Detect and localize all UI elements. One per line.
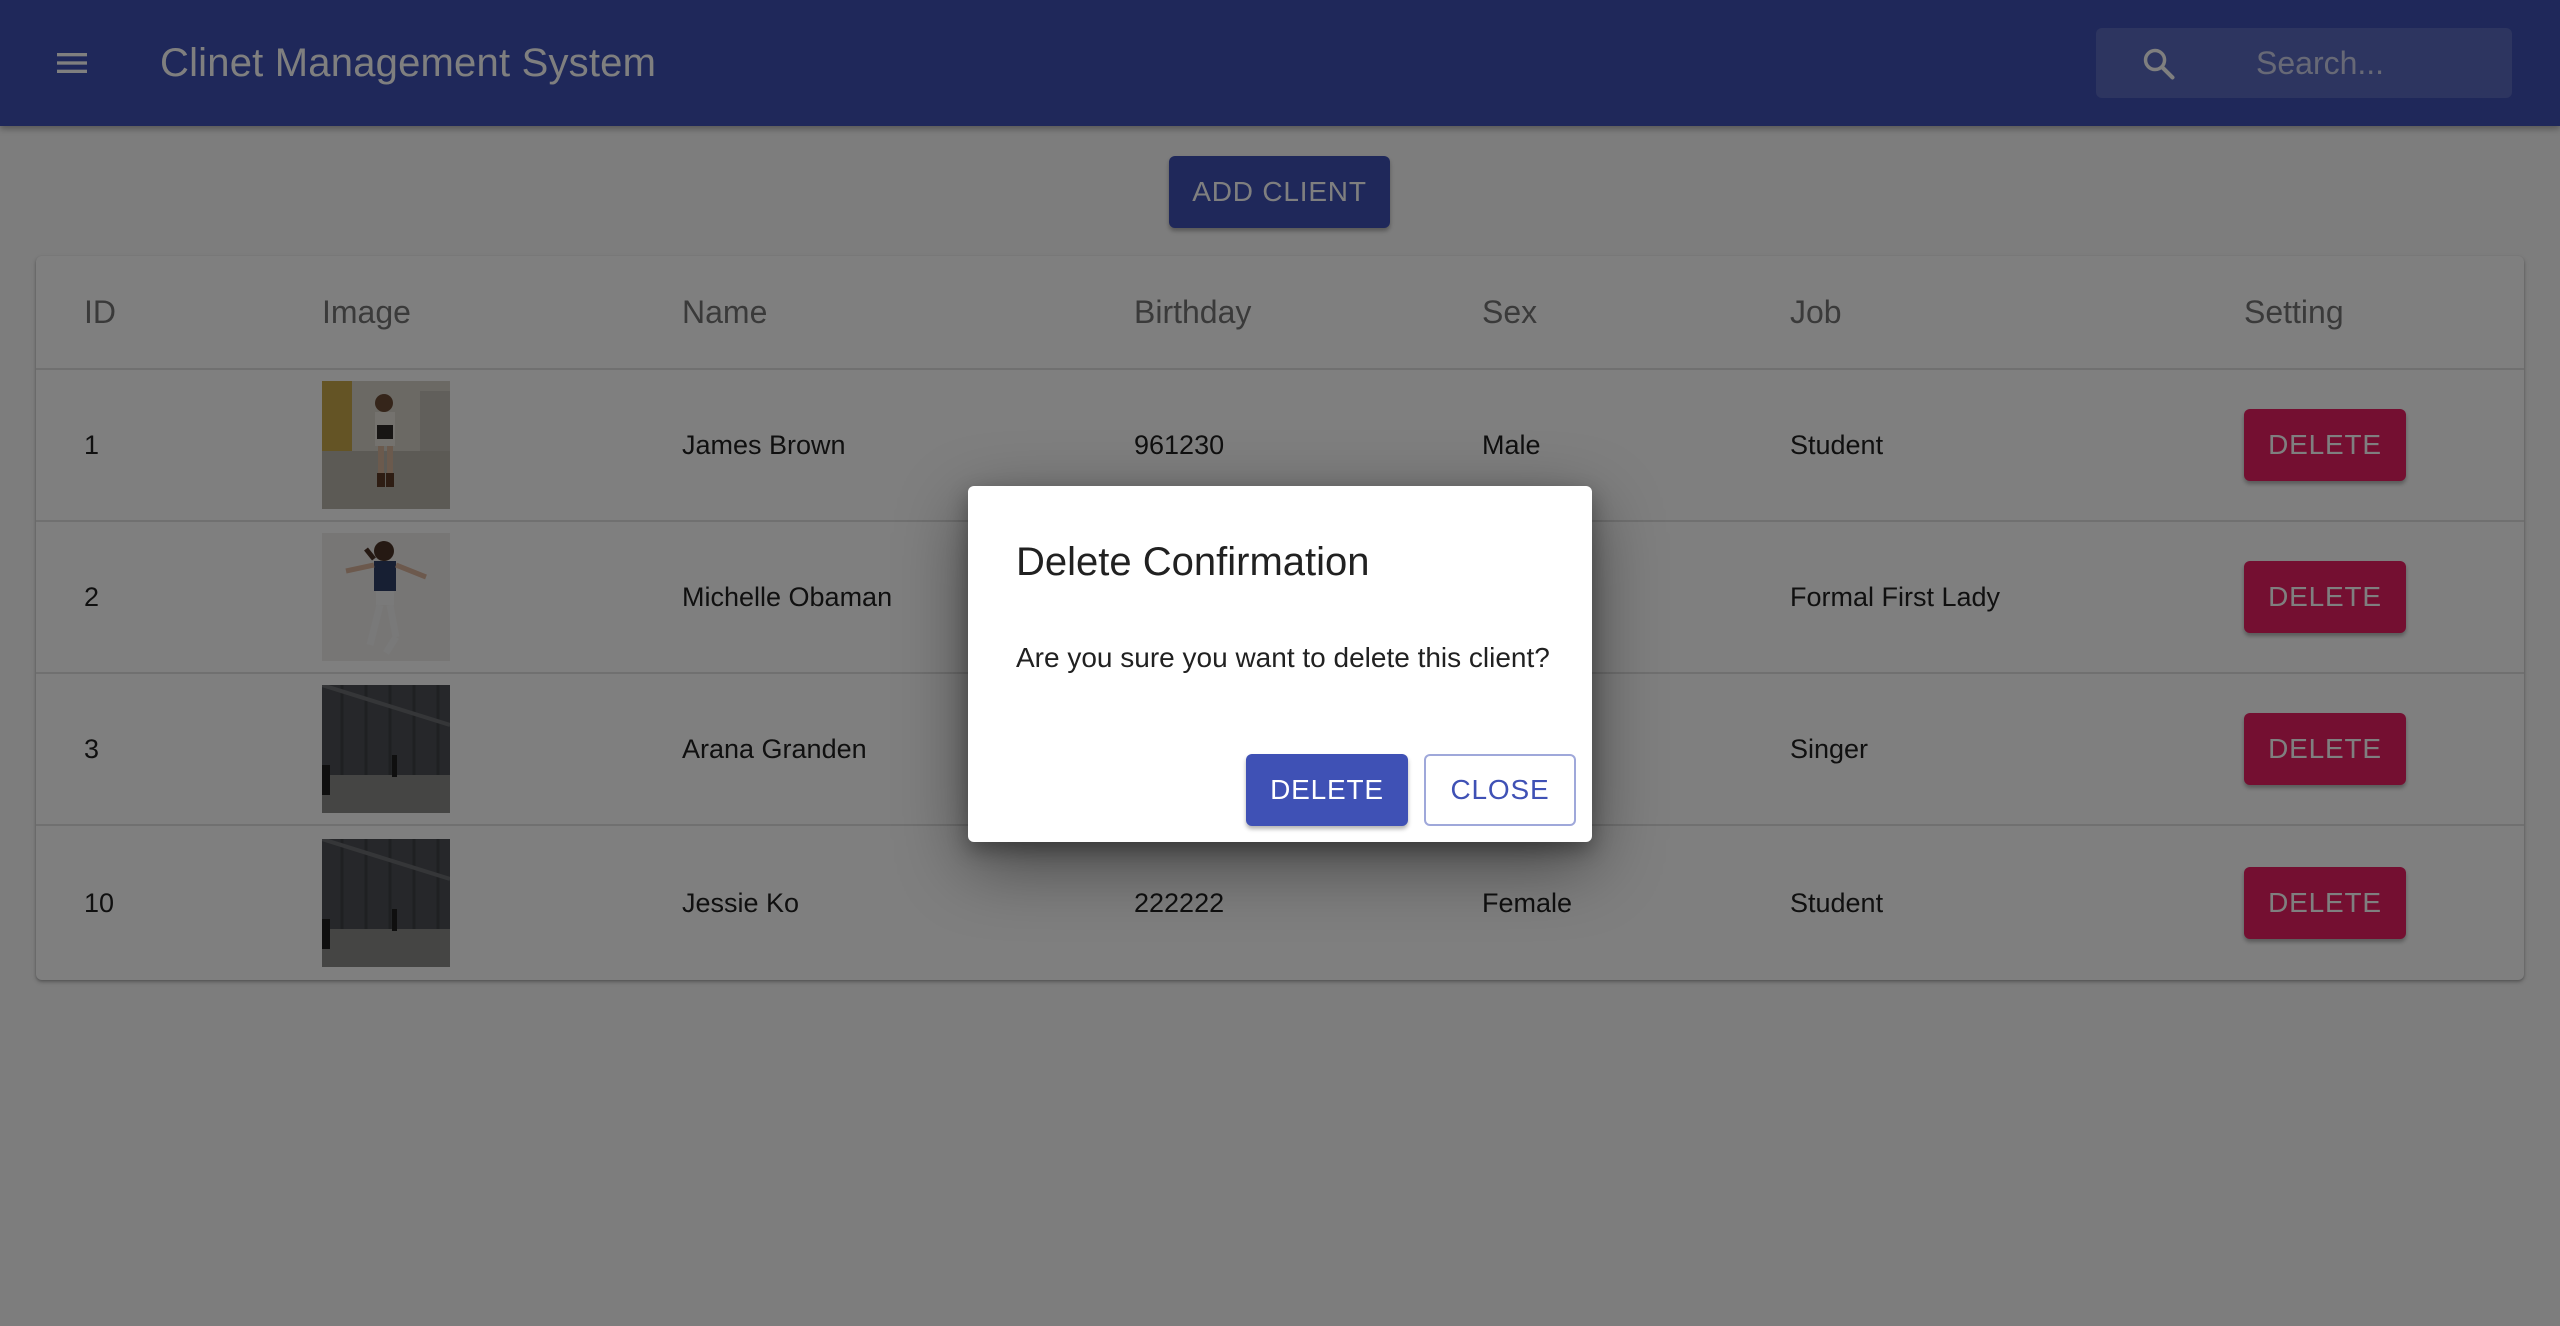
close-dialog-button[interactable]: CLOSE: [1424, 754, 1576, 826]
delete-confirmation-dialog: Delete Confirmation Are you sure you wan…: [968, 486, 1592, 842]
dialog-title: Delete Confirmation: [1016, 540, 1370, 584]
dialog-message: Are you sure you want to delete this cli…: [1016, 642, 1550, 673]
confirm-delete-button[interactable]: DELETE: [1246, 754, 1408, 826]
